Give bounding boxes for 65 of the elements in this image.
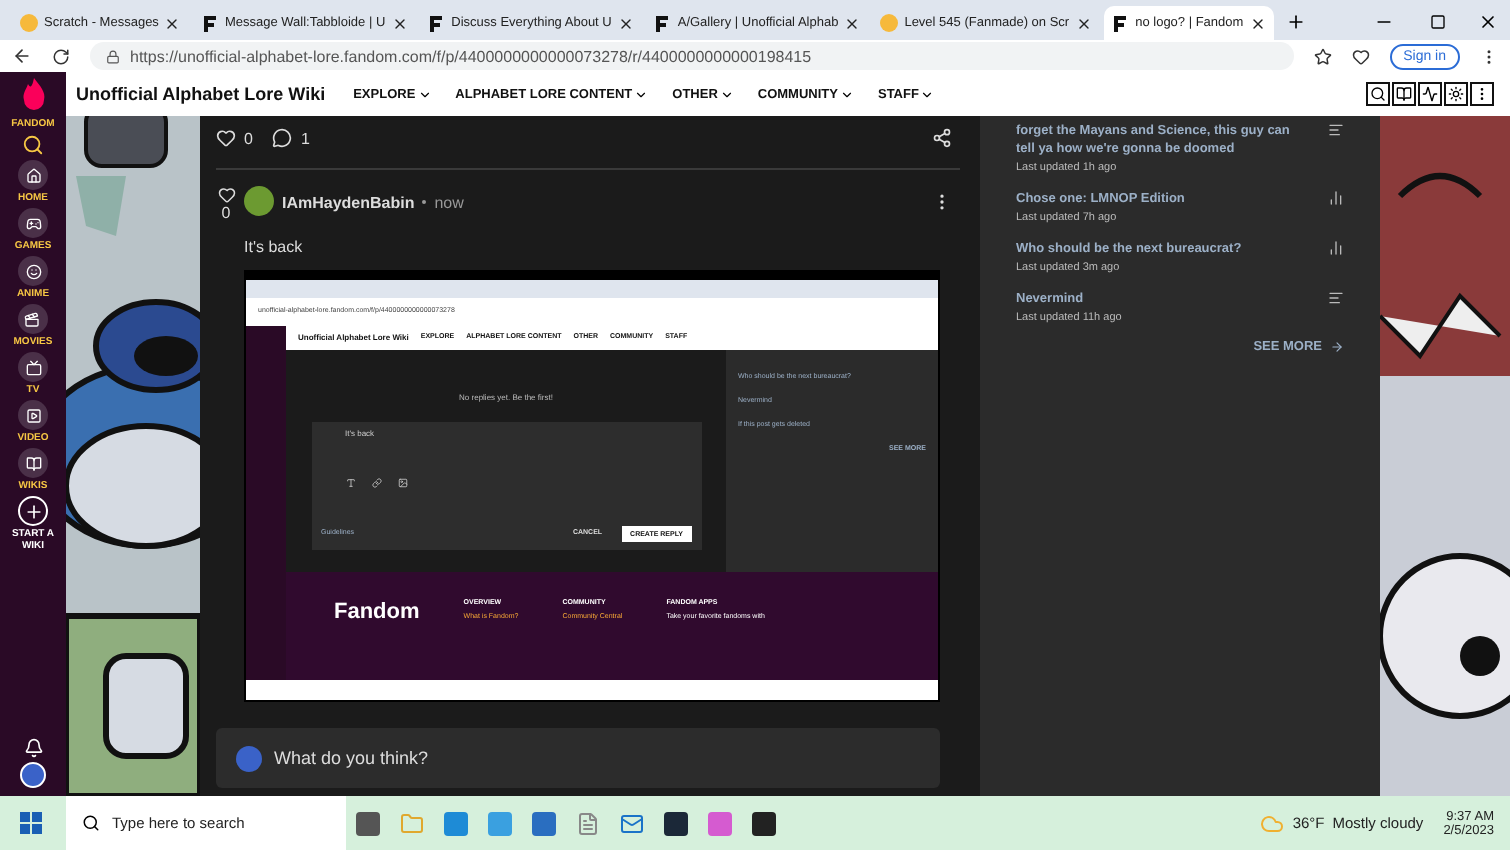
close-icon[interactable] (1075, 15, 1092, 31)
clapperboard-icon[interactable] (17, 304, 48, 334)
share-icon[interactable] (932, 128, 952, 148)
close-icon[interactable] (1478, 12, 1498, 32)
address-field[interactable]: https://unofficial-alphabet-lore.fandom.com/f/p/4400000000000073278/r/4400000000000198415 (90, 42, 1294, 70)
close-icon[interactable] (164, 15, 181, 31)
dot-separator (422, 200, 427, 204)
play-icon[interactable] (18, 400, 48, 430)
bar-chart-icon (1328, 240, 1344, 256)
flag-icon (1111, 14, 1130, 32)
link-icon (371, 478, 381, 489)
comment-field[interactable]: What do you think? (216, 728, 940, 788)
weather-icon (1260, 811, 1285, 835)
image-icon (397, 478, 407, 489)
heart-icon[interactable] (1351, 47, 1370, 65)
text-lines-icon (1328, 290, 1344, 306)
windows-icon[interactable] (20, 812, 42, 834)
controller-icon[interactable] (18, 208, 48, 238)
fandom-logo: Fandom (334, 600, 420, 625)
maximize-icon[interactable] (1430, 14, 1446, 30)
close-icon[interactable] (1249, 15, 1266, 31)
text-lines-icon (1328, 122, 1344, 138)
new-tab-icon[interactable] (1285, 12, 1306, 32)
post-time: now (434, 194, 464, 212)
flag-icon (200, 14, 219, 32)
caret-icon[interactable] (719, 87, 734, 101)
bar-chart-icon (1328, 190, 1344, 206)
close-icon[interactable] (391, 15, 408, 31)
arrow-icon[interactable] (1330, 340, 1344, 354)
flag-icon (427, 14, 446, 32)
lock-icon (106, 49, 120, 63)
house-icon[interactable] (18, 160, 48, 190)
close-icon[interactable] (617, 15, 634, 31)
comment-icon[interactable] (272, 128, 293, 148)
user-avatar (236, 745, 262, 771)
caret-icon[interactable] (634, 87, 649, 101)
search-icon[interactable] (82, 814, 100, 832)
like-count: 0 (244, 129, 253, 147)
task-view-icon[interactable] (356, 811, 380, 835)
app-icon[interactable] (752, 811, 776, 835)
mail-icon[interactable] (620, 811, 644, 835)
reply-text: It's back (244, 238, 305, 256)
caret-icon[interactable] (920, 87, 935, 101)
flag-icon (653, 14, 672, 32)
reply-count: 1 (300, 129, 310, 147)
reload-icon[interactable] (52, 47, 70, 65)
author-name[interactable]: IAmHaydenBabin (282, 194, 415, 212)
like-icon[interactable] (217, 186, 235, 204)
like-icon[interactable] (216, 128, 236, 148)
wiki-title[interactable]: Unofficial Alphabet Lore Wiki (76, 84, 326, 104)
star-icon[interactable] (1313, 47, 1332, 65)
plus-icon[interactable] (18, 496, 48, 526)
smiley-icon[interactable] (18, 256, 48, 286)
user-avatar[interactable] (20, 762, 46, 788)
text-icon (345, 478, 355, 489)
flame-icon (21, 78, 45, 110)
caret-icon[interactable] (417, 87, 432, 101)
tv-icon[interactable] (18, 352, 48, 382)
document-icon[interactable] (576, 811, 600, 835)
book-icon[interactable] (18, 448, 48, 478)
back-icon[interactable] (12, 46, 32, 66)
bell-icon[interactable] (23, 738, 43, 758)
like-count: 0 (221, 204, 231, 222)
close-icon[interactable] (844, 15, 861, 31)
caret-icon[interactable] (839, 87, 854, 101)
